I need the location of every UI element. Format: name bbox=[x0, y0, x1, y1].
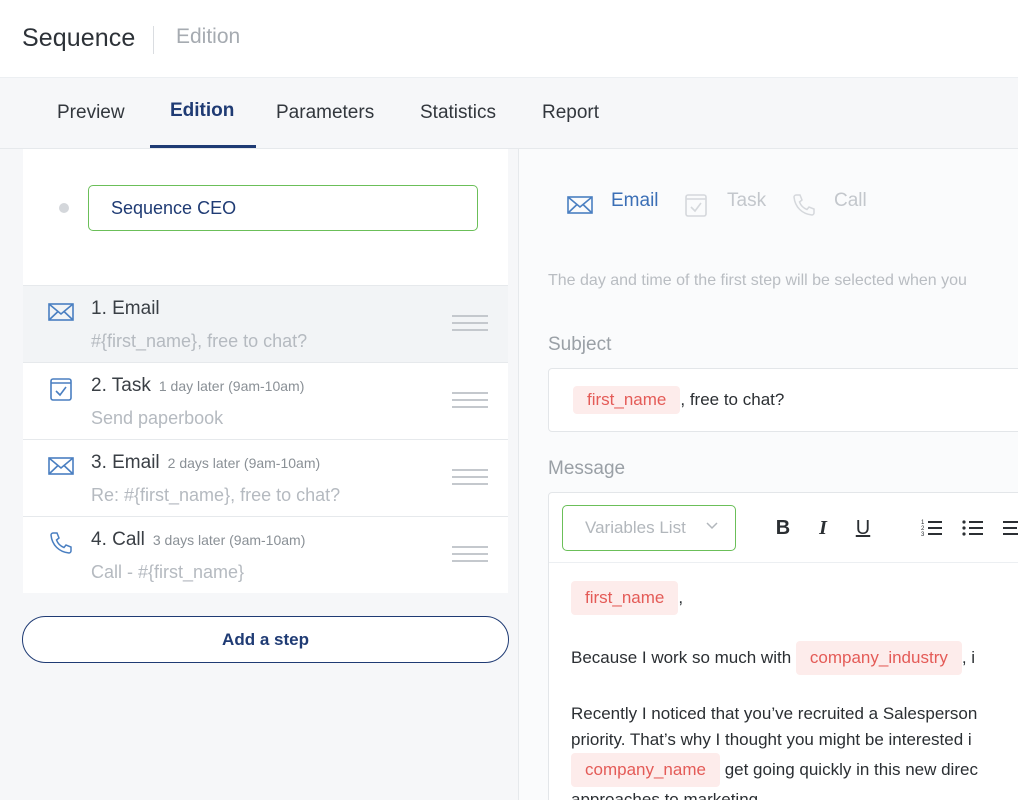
italic-button[interactable]: I bbox=[812, 517, 834, 539]
task-checkbox-icon bbox=[50, 378, 72, 401]
variable-chip[interactable]: first_name bbox=[573, 386, 681, 414]
variable-chip[interactable]: first_name bbox=[571, 581, 679, 615]
step-item-1[interactable]: 1. Email #{first_name}, free to chat? bbox=[23, 285, 508, 362]
tab-report[interactable]: Report bbox=[542, 102, 599, 124]
phone-icon bbox=[50, 532, 72, 554]
add-step-button[interactable]: Add a step bbox=[22, 616, 509, 663]
underline-button[interactable]: U bbox=[852, 517, 874, 539]
subject-input[interactable]: first_name, free to chat? bbox=[548, 368, 1018, 432]
status-dot bbox=[59, 203, 69, 213]
message-editor[interactable]: Variables List B I U 1 2 3 first_name , … bbox=[548, 492, 1018, 800]
message-text: priority. That’s why I thought you might… bbox=[571, 730, 972, 749]
step-subtitle: Re: #{first_name}, free to chat? bbox=[91, 485, 341, 505]
title-divider bbox=[153, 26, 154, 54]
subject-text: , free to chat? bbox=[680, 390, 785, 409]
message-label: Message bbox=[548, 458, 626, 479]
tab-statistics[interactable]: Statistics bbox=[420, 102, 496, 124]
sequence-name-input[interactable] bbox=[88, 185, 478, 231]
tab-edition[interactable]: Edition bbox=[170, 100, 234, 122]
step-delay: 1 day later (9am-10am) bbox=[158, 378, 305, 394]
message-text: , i bbox=[961, 648, 976, 667]
step-subtitle: #{first_name}, free to chat? bbox=[91, 331, 308, 351]
drag-handle-icon[interactable] bbox=[452, 469, 488, 486]
message-text: , bbox=[678, 588, 684, 607]
type-tab-call[interactable]: Call bbox=[834, 190, 867, 212]
page-subtitle: Edition bbox=[176, 25, 241, 48]
message-body[interactable]: first_name, Because I work so much with … bbox=[571, 581, 1018, 800]
svg-text:3: 3 bbox=[921, 532, 925, 538]
step-subtitle: Send paperbook bbox=[91, 408, 224, 428]
message-text: get going quickly in this new direc bbox=[724, 760, 978, 779]
subject-label: Subject bbox=[548, 334, 612, 355]
page-title: Sequence bbox=[22, 24, 136, 52]
step-item-4[interactable]: 4. Call 3 days later (9am-10am) Call - #{… bbox=[23, 516, 508, 593]
variable-chip[interactable]: company_name bbox=[571, 753, 720, 787]
type-tab-email[interactable]: Email bbox=[611, 190, 659, 212]
tab-preview[interactable]: Preview bbox=[57, 102, 125, 124]
schedule-hint: The day and time of the first step will … bbox=[548, 272, 967, 289]
message-text: Because I work so much with bbox=[571, 648, 792, 667]
message-text: Recently I noticed that you’ve recruited… bbox=[571, 704, 978, 723]
task-checkbox-icon[interactable] bbox=[682, 191, 710, 219]
chevron-down-icon bbox=[706, 522, 718, 530]
tab-parameters[interactable]: Parameters bbox=[276, 102, 374, 124]
variable-chip[interactable]: company_industry bbox=[795, 641, 962, 675]
step-title: 4. Call 3 days later (9am-10am) bbox=[91, 529, 306, 550]
drag-handle-icon[interactable] bbox=[452, 315, 488, 332]
step-delay: 2 days later (9am-10am) bbox=[167, 455, 321, 471]
envelope-icon[interactable] bbox=[566, 191, 594, 219]
step-title: 2. Task 1 day later (9am-10am) bbox=[91, 375, 305, 396]
message-text: approaches to marketing. bbox=[571, 790, 763, 800]
variables-list-placeholder: Variables List bbox=[585, 518, 686, 537]
step-title: 3. Email 2 days later (9am-10am) bbox=[91, 452, 321, 473]
envelope-icon bbox=[48, 457, 74, 475]
editor-toolbar: Variables List B I U 1 2 3 bbox=[549, 493, 1018, 563]
variables-list-select[interactable]: Variables List bbox=[562, 505, 736, 551]
envelope-icon bbox=[48, 303, 74, 321]
step-delay: 3 days later (9am-10am) bbox=[152, 532, 306, 548]
type-tab-task[interactable]: Task bbox=[727, 190, 766, 212]
step-item-3[interactable]: 3. Email 2 days later (9am-10am) Re: #{fi… bbox=[23, 439, 508, 516]
drag-handle-icon[interactable] bbox=[452, 546, 488, 563]
step-item-2[interactable]: 2. Task 1 day later (9am-10am) Send paper… bbox=[23, 362, 508, 439]
ordered-list-icon[interactable]: 1 2 3 bbox=[921, 517, 943, 539]
bullet-list-icon[interactable] bbox=[962, 517, 984, 539]
step-title: 1. Email bbox=[91, 298, 160, 319]
top-header: Sequence Edition bbox=[0, 0, 1018, 78]
tab-bar: Preview Edition Parameters Statistics Re… bbox=[0, 78, 1018, 149]
align-icon[interactable] bbox=[1003, 517, 1018, 539]
active-tab-indicator bbox=[150, 145, 256, 148]
bold-button[interactable]: B bbox=[772, 517, 794, 539]
phone-icon[interactable] bbox=[790, 191, 818, 219]
drag-handle-icon[interactable] bbox=[452, 392, 488, 409]
step-subtitle: Call - #{first_name} bbox=[91, 562, 245, 582]
